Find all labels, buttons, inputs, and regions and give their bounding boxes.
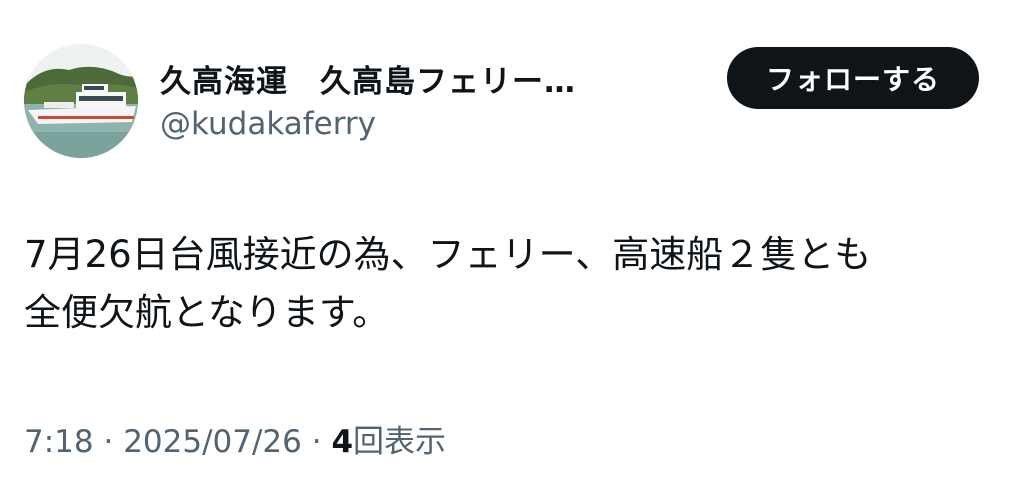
meta-separator: · [93,424,124,460]
views-count: 4 [331,424,354,460]
author-handle[interactable]: @kudakaferry [160,106,376,142]
post-date[interactable]: 2025/07/26 [123,424,302,460]
ferry-photo-avatar-icon [24,44,138,158]
author-display-name[interactable]: 久高海運 久高島フェリー… [160,56,576,101]
follow-button[interactable]: フォローする [727,47,979,109]
post-text-line: 7月26日台風接近の為、フェリー、高速船２隻とも [24,233,872,276]
views-label: 回表示 [353,424,447,460]
meta-separator: · [301,424,332,460]
post-text-line: 全便欠航となります。 [24,291,390,334]
post-meta: 7:18 · 2025/07/26 · 4回表示 [24,416,446,461]
avatar[interactable] [24,44,138,158]
post-time[interactable]: 7:18 [24,424,94,460]
tweet-card: 久高海運 久高島フェリー… @kudakaferry フォローする 7月26日台… [0,0,1024,480]
post-text: 7月26日台風接近の為、フェリー、高速船２隻とも 全便欠航となります。 [24,226,1004,342]
